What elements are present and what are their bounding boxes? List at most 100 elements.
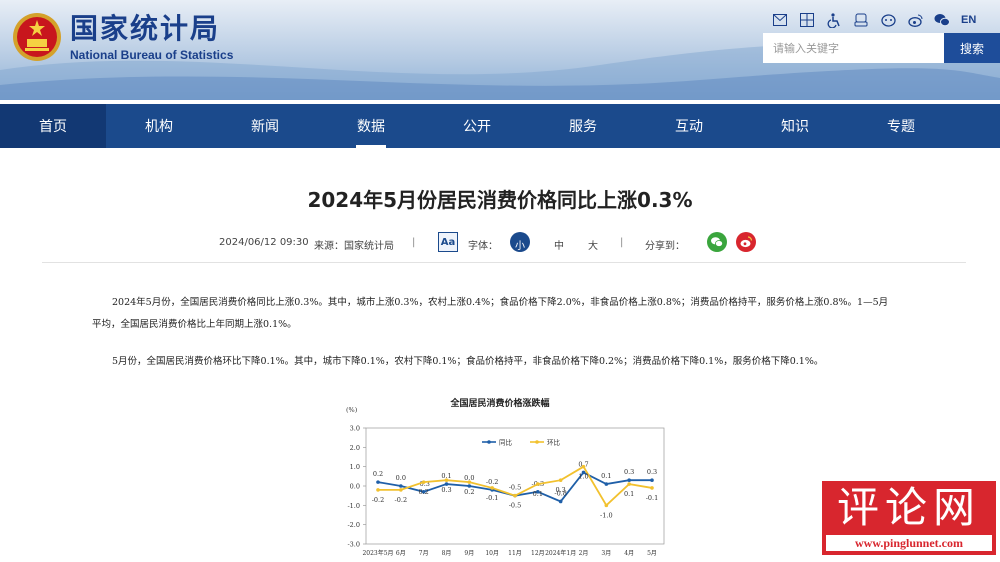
nav-item-home[interactable]: 首页: [0, 104, 106, 148]
nav-item-topics[interactable]: 专题: [848, 104, 954, 148]
x-tick-label: 11月: [508, 550, 522, 557]
data-label: -0.5: [509, 502, 522, 510]
data-point: [421, 480, 426, 484]
nav-item-data[interactable]: 数据: [318, 104, 424, 148]
data-point: [604, 503, 609, 508]
data-label: -0.2: [395, 496, 408, 504]
y-tick-label: -1.0: [347, 502, 360, 510]
data-point: [604, 482, 609, 486]
x-tick-label: 12月: [531, 550, 545, 557]
data-label: -0.2: [372, 496, 385, 504]
data-point: [376, 480, 380, 484]
share-wechat-icon[interactable]: [707, 232, 727, 252]
site-header: 国家统计局 National Bureau of Statistics EN 搜…: [0, 0, 1000, 100]
article-source: 来源：国家统计局: [314, 241, 394, 252]
font-size-label: 字体：: [468, 241, 498, 252]
site-name-en: National Bureau of Statistics: [70, 47, 234, 62]
legend-label: 同比: [499, 438, 513, 447]
nav-item-knowledge[interactable]: 知识: [742, 104, 848, 148]
share-label: 分享到：: [645, 241, 685, 252]
x-tick-label: 6月: [396, 550, 406, 557]
data-label: -0.2: [486, 478, 499, 486]
nav-item-services[interactable]: 服务: [530, 104, 636, 148]
data-label: 0.2: [464, 488, 474, 496]
national-emblem-icon: [13, 13, 61, 61]
sitemap-icon[interactable]: [799, 12, 815, 28]
watermark: 评论网 www.pinglunnet.com: [822, 481, 996, 555]
article-paragraph: 2024年5月份，全国居民消费价格同比上涨0.3%。其中，城市上涨0.3%，农村…: [92, 297, 889, 330]
font-size-icon: Aa: [438, 232, 458, 252]
search-bar: 搜索: [763, 33, 1000, 63]
data-point: [399, 488, 403, 492]
data-label: 0.3: [624, 468, 634, 476]
x-tick-label: 2月: [579, 550, 589, 557]
x-tick-label: 2024年1月: [545, 549, 576, 557]
data-point: [399, 484, 403, 488]
x-tick-label: 9月: [464, 550, 474, 557]
data-point: [467, 480, 472, 484]
y-axis-label: (%): [346, 406, 358, 414]
font-size-medium-button[interactable]: 中: [554, 237, 564, 252]
data-label: 0.0: [396, 474, 406, 482]
legend-marker: [535, 440, 539, 444]
data-point: [558, 478, 563, 482]
font-size-small-button[interactable]: 小: [510, 232, 530, 252]
y-tick-label: 1.0: [350, 463, 360, 471]
article-meta: 2024/06/12 09:30 来源：国家统计局 | Aa 字体： 小 中 大…: [10, 232, 990, 254]
share-weibo-icon[interactable]: [736, 232, 756, 252]
x-tick-label: 3月: [601, 550, 611, 557]
x-tick-label: 7月: [419, 550, 429, 557]
data-point: [376, 488, 380, 492]
language-switch[interactable]: EN: [961, 14, 976, 26]
chart-title: 全国居民消费价格涨跌幅: [449, 397, 549, 409]
meta-separator: |: [620, 237, 624, 248]
legend-label: 环比: [547, 438, 561, 447]
data-point: [581, 464, 586, 469]
legend-marker: [487, 440, 491, 444]
divider: [42, 262, 966, 263]
data-point: [627, 482, 631, 486]
site-name-cn: 国家统计局: [70, 11, 221, 45]
wechat-icon[interactable]: [934, 12, 950, 28]
article-datetime: 2024/06/12 09:30: [219, 237, 309, 248]
y-tick-label: -3.0: [347, 541, 360, 549]
site-logo[interactable]: 国家统计局 National Bureau of Statistics: [12, 12, 233, 62]
data-label: 0.1: [601, 472, 611, 480]
data-label: 0.2: [418, 488, 428, 496]
x-tick-label: 5月: [647, 550, 657, 557]
accessibility-icon[interactable]: [826, 12, 842, 28]
data-point: [650, 486, 654, 490]
search-button[interactable]: 搜索: [944, 33, 1000, 63]
data-point: [650, 478, 654, 482]
y-tick-label: 0.0: [350, 483, 360, 491]
weibo-icon[interactable]: [907, 12, 923, 28]
data-point: [444, 478, 449, 482]
data-label: -1.0: [600, 511, 613, 519]
mail-icon[interactable]: [772, 12, 788, 28]
mascot-icon[interactable]: [880, 12, 896, 28]
search-input[interactable]: [763, 33, 944, 63]
nav-item-public[interactable]: 公开: [424, 104, 530, 148]
header-toolbar: EN: [772, 12, 976, 28]
data-label: -0.1: [486, 494, 499, 502]
elder-mode-icon[interactable]: [853, 12, 869, 28]
x-tick-label: 4月: [624, 550, 634, 557]
watermark-text: 评论网: [836, 483, 981, 532]
x-tick-label: 2023年5月: [362, 549, 393, 557]
data-label: -0.1: [646, 494, 659, 502]
y-tick-label: -2.0: [347, 521, 360, 529]
data-label: -0.5: [509, 484, 522, 492]
meta-separator: |: [412, 237, 416, 248]
data-point: [490, 486, 494, 490]
article-paragraph: 5月份，全国居民消费价格环比下降0.1%。其中，城市下降0.1%，农村下降0.1…: [112, 356, 824, 367]
font-size-large-button[interactable]: 大: [588, 237, 598, 252]
data-label: 0.2: [373, 470, 383, 478]
data-point: [558, 499, 563, 504]
nav-item-organization[interactable]: 机构: [106, 104, 212, 148]
nav-item-interaction[interactable]: 互动: [636, 104, 742, 148]
main-nav: 首页 机构 新闻 数据 公开 服务 互动 知识 专题: [0, 104, 1000, 148]
data-label: 0.1: [624, 490, 634, 498]
y-tick-label: 2.0: [350, 444, 360, 452]
cpi-chart: 全国居民消费价格涨跌幅(%)3.02.01.00.0-1.0-2.0-3.020…: [346, 397, 665, 557]
nav-item-news[interactable]: 新闻: [212, 104, 318, 148]
